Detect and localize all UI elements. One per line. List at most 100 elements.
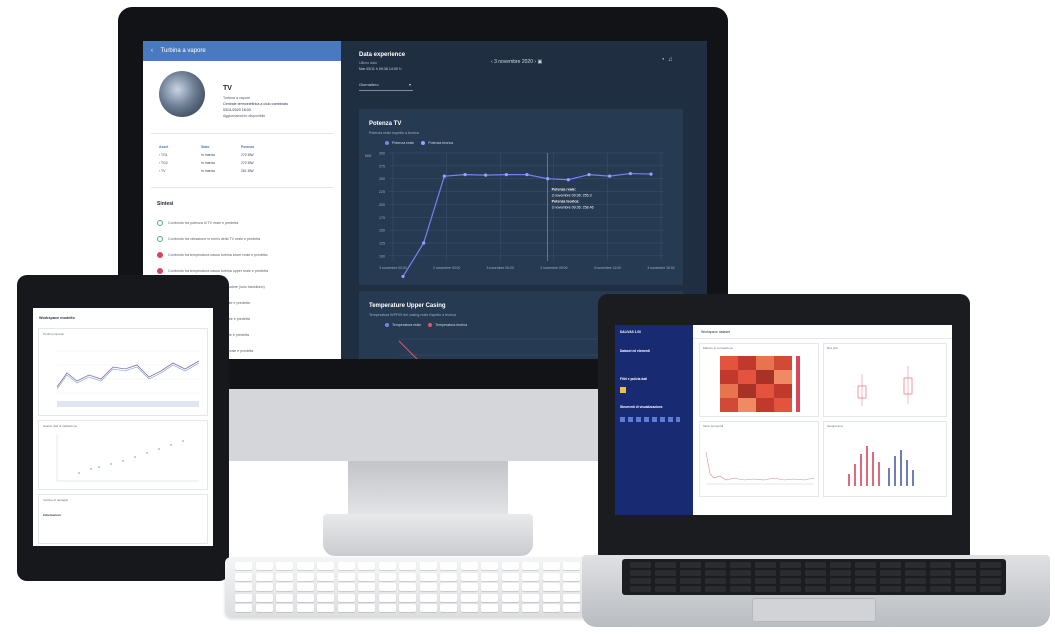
laptop-key (705, 570, 726, 576)
keyboard-key (399, 583, 416, 591)
laptop-key (955, 562, 976, 568)
legend-swatch (421, 141, 426, 146)
card-title: Matrice di correlazione (703, 346, 734, 350)
laptop-key (855, 578, 876, 584)
sidebar-section[interactable]: Filtri e pulizia dati (620, 377, 647, 381)
keyboard-key (378, 562, 396, 570)
keyboard-key (440, 604, 457, 612)
summary-item-label: Confronto tra vibrazione in mm/s della T… (168, 237, 261, 241)
summary-item[interactable]: Confronto tra temperatura cassa turbina … (157, 251, 267, 259)
laptop-key (755, 586, 776, 592)
laptop-key (630, 570, 651, 576)
keyboard-key (378, 583, 396, 591)
laptop-key (705, 586, 726, 592)
laptop-key (930, 562, 951, 568)
laptop-key (905, 578, 926, 584)
tablet-timeseries-card: Profili temporali (38, 328, 208, 416)
keyboard-key (501, 572, 519, 581)
laptop-key (905, 562, 926, 568)
data-point (608, 174, 612, 178)
back-arrow-icon[interactable]: ‹ (151, 48, 153, 54)
laptop-key (755, 570, 776, 576)
laptop-key (730, 562, 751, 568)
keyboard-key (419, 572, 437, 581)
keyboard-key (522, 562, 539, 570)
boxplot-chart[interactable] (828, 356, 944, 416)
viz-tools[interactable] (620, 417, 680, 422)
period-select[interactable]: Giornaliero ▾ (359, 79, 413, 91)
keyboard-key (522, 593, 539, 602)
laptop-key (955, 570, 976, 576)
table-header: Asset (159, 145, 169, 149)
timeseries-card: Serie temporali (699, 421, 819, 497)
refresh-icon[interactable]: ↻ (399, 67, 402, 71)
calendar-icon[interactable]: ▣ (537, 59, 542, 65)
laptop-key (680, 570, 701, 576)
laptop-trackpad (752, 598, 876, 622)
histogram-chart[interactable] (828, 434, 944, 494)
laptop-screen: DALIVAS 1.00 Dataset ed elementi Filtri … (615, 325, 952, 515)
divider (151, 133, 333, 134)
keyboard-key (378, 572, 396, 581)
keyboard-key (440, 572, 457, 581)
laptop-key (730, 578, 751, 584)
x-tick-label: 3 novembre 15:00 (647, 266, 674, 270)
keyboard-key (460, 572, 478, 581)
keyboard-key (317, 604, 334, 612)
filter-toggle[interactable] (620, 387, 626, 393)
next-day-icon[interactable]: › (534, 59, 536, 65)
chevron-down-icon: ▾ (408, 82, 411, 87)
keyboard-key (276, 572, 293, 581)
laptop-key (780, 570, 801, 576)
tablet-title: Workspace modello (39, 316, 75, 320)
chart-legend: Temperatura reale Temperatura teorica (379, 323, 467, 328)
last-update: Mar 03/11 h 09:38 14:00 ↻ (359, 67, 402, 71)
laptop-sidebar: DALIVAS 1.00 Dataset ed elementi Filtri … (615, 325, 693, 515)
laptop-key (755, 562, 776, 568)
sidebar-section[interactable]: Strumenti di visualizzazione (620, 405, 663, 409)
notifications-icon[interactable]: ♫ (668, 57, 673, 63)
keyboard-key (378, 604, 396, 612)
data-point (566, 178, 570, 182)
keyboard-key (276, 583, 293, 591)
laptop-timeseries-chart[interactable] (704, 434, 816, 494)
tablet-timeseries-chart[interactable] (39, 339, 209, 415)
keyboard-key (235, 593, 252, 602)
asset-line: 03/11/2020 18:00 (223, 108, 251, 112)
date-navigator[interactable]: ‹ 3 novembre 2020 › ▣ (491, 59, 542, 65)
prev-day-icon[interactable]: ‹ (491, 59, 493, 65)
card-title: Verifica di dettaglio (43, 498, 69, 502)
keyboard-key (481, 572, 498, 581)
keyboard-key (337, 593, 355, 602)
chart-subtitle: Temperatura WPF05 del casing reale rispe… (369, 313, 456, 317)
y-tick-label: 300 (379, 152, 385, 156)
laptop-key (980, 562, 1001, 568)
correlation-card: Matrice di correlazione (699, 343, 819, 417)
asset-panel-header[interactable]: ‹ Turbina a vapore (143, 41, 341, 61)
summary-item[interactable]: Confronto tra potenza di TV reale e pred… (157, 219, 238, 227)
keyboard-key (440, 562, 457, 570)
data-point (463, 173, 467, 177)
keyboard-key (276, 562, 293, 570)
keyboard-key (255, 583, 273, 591)
keyboard-key (296, 583, 314, 591)
sidebar-section[interactable]: Dataset ed elementi (620, 349, 650, 353)
correlation-heatmap[interactable] (720, 356, 810, 416)
power-chart[interactable]: 300 275 250 225 200 175 150 125 100 MW 3 novembre … (359, 149, 683, 285)
laptop-key (830, 586, 851, 592)
keyboard-key (440, 583, 457, 591)
summary-item[interactable]: Confronto tra vibrazione in mm/s della T… (157, 235, 260, 243)
laptop-key (905, 570, 926, 576)
keyboard-key (563, 604, 580, 612)
legend-swatch (385, 323, 389, 328)
tablet-scatter-chart[interactable] (39, 431, 209, 489)
table-cell: › TG2 (159, 161, 168, 165)
keyboard-key (255, 593, 273, 602)
tooltip-text: Potenza reale: (552, 188, 576, 192)
keyboard-key (317, 583, 334, 591)
help-icon[interactable]: ◔ (661, 57, 665, 63)
card-title: Scatter dati di validazione (43, 424, 78, 428)
keyboard-key (296, 604, 314, 612)
tablet-scatter-card: Scatter dati di validazione (38, 420, 208, 490)
summary-item[interactable]: Confronto tra temperatura cassa turbina … (157, 267, 268, 275)
